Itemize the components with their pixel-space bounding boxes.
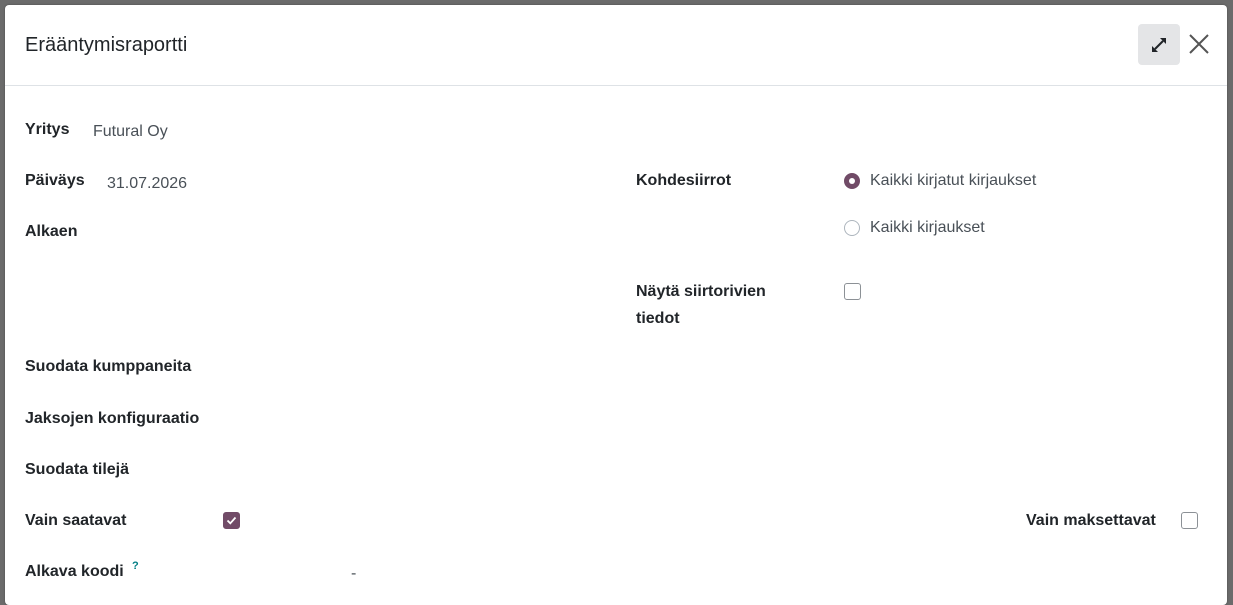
radio-all-posted[interactable] <box>844 173 860 189</box>
target-moves-label: Kohdesiirrot <box>636 172 732 189</box>
date-label: Päiväys <box>25 172 85 189</box>
from-field[interactable] <box>107 218 587 246</box>
filter-accounts-label: Suodata tilejä <box>25 461 130 478</box>
only-payables-label: Vain maksettavat <box>1026 512 1156 529</box>
show-move-lines-label-line1: Näytä siirtorivien <box>636 283 766 300</box>
only-receivables-label: Vain saatavat <box>25 512 127 529</box>
close-x-icon <box>1189 34 1209 54</box>
date-field[interactable]: 31.07.2026 <box>107 170 187 198</box>
close-button[interactable] <box>1188 33 1210 55</box>
expand-button[interactable] <box>1138 24 1180 65</box>
only-payables-checkbox[interactable] <box>1181 512 1198 529</box>
filter-partners-label: Suodata kumppaneita <box>25 358 192 375</box>
company-field[interactable]: Futural Oy <box>93 118 168 146</box>
company-label: Yritys <box>25 121 70 138</box>
start-code-field[interactable]: - <box>351 560 356 588</box>
start-code-label: Alkava koodi <box>25 563 124 580</box>
radio-all-entries-label[interactable]: Kaikki kirjaukset <box>870 214 985 242</box>
period-config-label: Jaksojen konfiguraatio <box>25 410 200 427</box>
radio-all-posted-label[interactable]: Kaikki kirjatut kirjaukset <box>870 167 1036 195</box>
from-label: Alkaen <box>25 223 78 240</box>
radio-all-entries[interactable] <box>844 220 860 236</box>
dialog-title: Erääntymisraportti <box>25 34 188 56</box>
dialog-header: Erääntymisraportti <box>5 5 1227 86</box>
only-receivables-checkbox[interactable] <box>223 512 240 529</box>
checkmark-icon <box>226 516 237 525</box>
help-tooltip-icon[interactable]: ? <box>132 560 139 572</box>
aging-report-dialog: Erääntymisraportti Yritys Futural Oy Päi… <box>5 5 1227 605</box>
show-move-lines-label-line2: tiedot <box>636 310 680 327</box>
expand-arrows-icon <box>1152 38 1166 52</box>
show-move-lines-checkbox[interactable] <box>844 283 861 300</box>
